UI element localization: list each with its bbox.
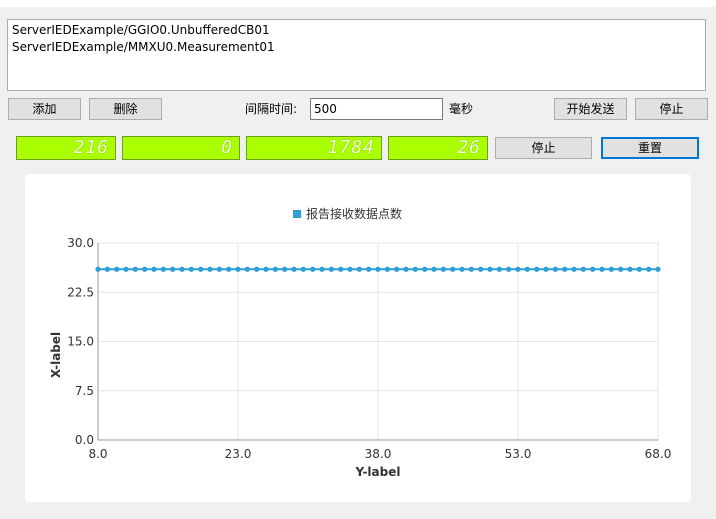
chart-legend: 报告接收数据点数 bbox=[293, 206, 402, 221]
data-point bbox=[300, 266, 306, 272]
data-point bbox=[291, 266, 297, 272]
data-point bbox=[226, 266, 232, 272]
data-point bbox=[440, 266, 446, 272]
data-point bbox=[263, 266, 269, 272]
data-point bbox=[272, 266, 278, 272]
data-point bbox=[384, 266, 390, 272]
lcd-counter-3: 1784 bbox=[246, 136, 382, 160]
data-point bbox=[524, 266, 530, 272]
y-axis-label: X-label bbox=[49, 332, 63, 378]
reset-button[interactable]: 重置 bbox=[601, 137, 699, 159]
data-point bbox=[282, 266, 288, 272]
y-tick-label: 30.0 bbox=[67, 236, 94, 250]
data-point bbox=[244, 266, 250, 272]
data-point bbox=[151, 266, 157, 272]
y-tick-label: 22.5 bbox=[67, 285, 94, 299]
stop-send-button[interactable]: 停止 bbox=[635, 98, 708, 120]
data-point bbox=[646, 266, 652, 272]
data-point bbox=[356, 266, 362, 272]
data-point bbox=[515, 266, 521, 272]
legend-label: 报告接收数据点数 bbox=[306, 206, 402, 221]
x-tick-label: 8.0 bbox=[88, 447, 107, 461]
x-tick-label: 68.0 bbox=[645, 447, 672, 461]
data-point bbox=[188, 266, 194, 272]
data-point bbox=[123, 266, 129, 272]
start-send-button[interactable]: 开始发送 bbox=[554, 98, 627, 120]
data-point bbox=[216, 266, 222, 272]
data-point bbox=[235, 266, 241, 272]
delete-button[interactable]: 删除 bbox=[89, 98, 162, 120]
data-point bbox=[543, 266, 549, 272]
data-point bbox=[142, 266, 148, 272]
data-point bbox=[636, 266, 642, 272]
data-point bbox=[179, 266, 185, 272]
data-point bbox=[571, 266, 577, 272]
unit-label: 毫秒 bbox=[449, 102, 474, 116]
data-point bbox=[506, 266, 512, 272]
data-point bbox=[170, 266, 176, 272]
lcd-counter-4: 26 bbox=[388, 136, 488, 160]
data-point bbox=[627, 266, 633, 272]
data-point bbox=[328, 266, 334, 272]
x-tick-label: 23.0 bbox=[225, 447, 252, 461]
data-point bbox=[319, 266, 325, 272]
data-point bbox=[375, 266, 381, 272]
title-strip bbox=[0, 0, 716, 7]
data-point bbox=[459, 266, 465, 272]
line-chart: 8.0 23.0 38.0 53.0 68.0 0.0 7.5 15.0 22.5 30.0 报告… bbox=[49, 206, 672, 479]
data-point bbox=[207, 266, 213, 272]
data-point bbox=[95, 266, 101, 272]
add-button[interactable]: 添加 bbox=[8, 98, 81, 120]
data-point bbox=[478, 266, 484, 272]
lcd-counter-2: 0 bbox=[122, 136, 240, 160]
interval-input[interactable]: 500 bbox=[310, 98, 443, 120]
data-point bbox=[403, 266, 409, 272]
chart-panel: 8.0 23.0 38.0 53.0 68.0 0.0 7.5 15.0 22.5 30.0 报告… bbox=[25, 174, 691, 502]
data-point bbox=[160, 266, 166, 272]
chart-grid bbox=[97, 242, 659, 441]
data-point bbox=[431, 266, 437, 272]
interval-label: 间隔时间: bbox=[245, 102, 298, 116]
data-point bbox=[347, 266, 353, 272]
data-point bbox=[254, 266, 260, 272]
subscription-list[interactable]: ServerIEDExample/GGIO0.UnbufferedCB01 Se… bbox=[7, 19, 706, 91]
stop-button[interactable]: 停止 bbox=[495, 137, 592, 159]
data-point bbox=[552, 266, 558, 272]
data-point bbox=[310, 266, 316, 272]
data-point bbox=[104, 266, 110, 272]
list-item[interactable]: ServerIEDExample/MMXU0.Measurement01 bbox=[12, 39, 701, 56]
data-point bbox=[590, 266, 596, 272]
x-axis-label: Y-label bbox=[355, 465, 401, 479]
data-point bbox=[580, 266, 586, 272]
data-point bbox=[366, 266, 372, 272]
data-point bbox=[534, 266, 540, 272]
lcd-counter-1: 216 bbox=[16, 136, 116, 160]
y-tick-label: 7.5 bbox=[75, 384, 94, 398]
data-point bbox=[114, 266, 120, 272]
data-point bbox=[608, 266, 614, 272]
data-point bbox=[496, 266, 502, 272]
data-point bbox=[412, 266, 418, 272]
data-point bbox=[198, 266, 204, 272]
data-point bbox=[394, 266, 400, 272]
data-point bbox=[422, 266, 428, 272]
data-point bbox=[655, 266, 661, 272]
y-tick-label: 0.0 bbox=[75, 433, 94, 447]
data-point bbox=[468, 266, 474, 272]
data-point bbox=[338, 266, 344, 272]
data-point bbox=[132, 266, 138, 272]
list-item[interactable]: ServerIEDExample/GGIO0.UnbufferedCB01 bbox=[12, 22, 701, 39]
data-point bbox=[618, 266, 624, 272]
data-point bbox=[562, 266, 568, 272]
chart-series bbox=[95, 266, 661, 272]
data-point bbox=[487, 266, 493, 272]
x-tick-label: 38.0 bbox=[365, 447, 392, 461]
data-point bbox=[450, 266, 456, 272]
legend-swatch bbox=[293, 210, 301, 218]
y-tick-label: 15.0 bbox=[67, 335, 94, 349]
x-tick-label: 53.0 bbox=[505, 447, 532, 461]
data-point bbox=[599, 266, 605, 272]
